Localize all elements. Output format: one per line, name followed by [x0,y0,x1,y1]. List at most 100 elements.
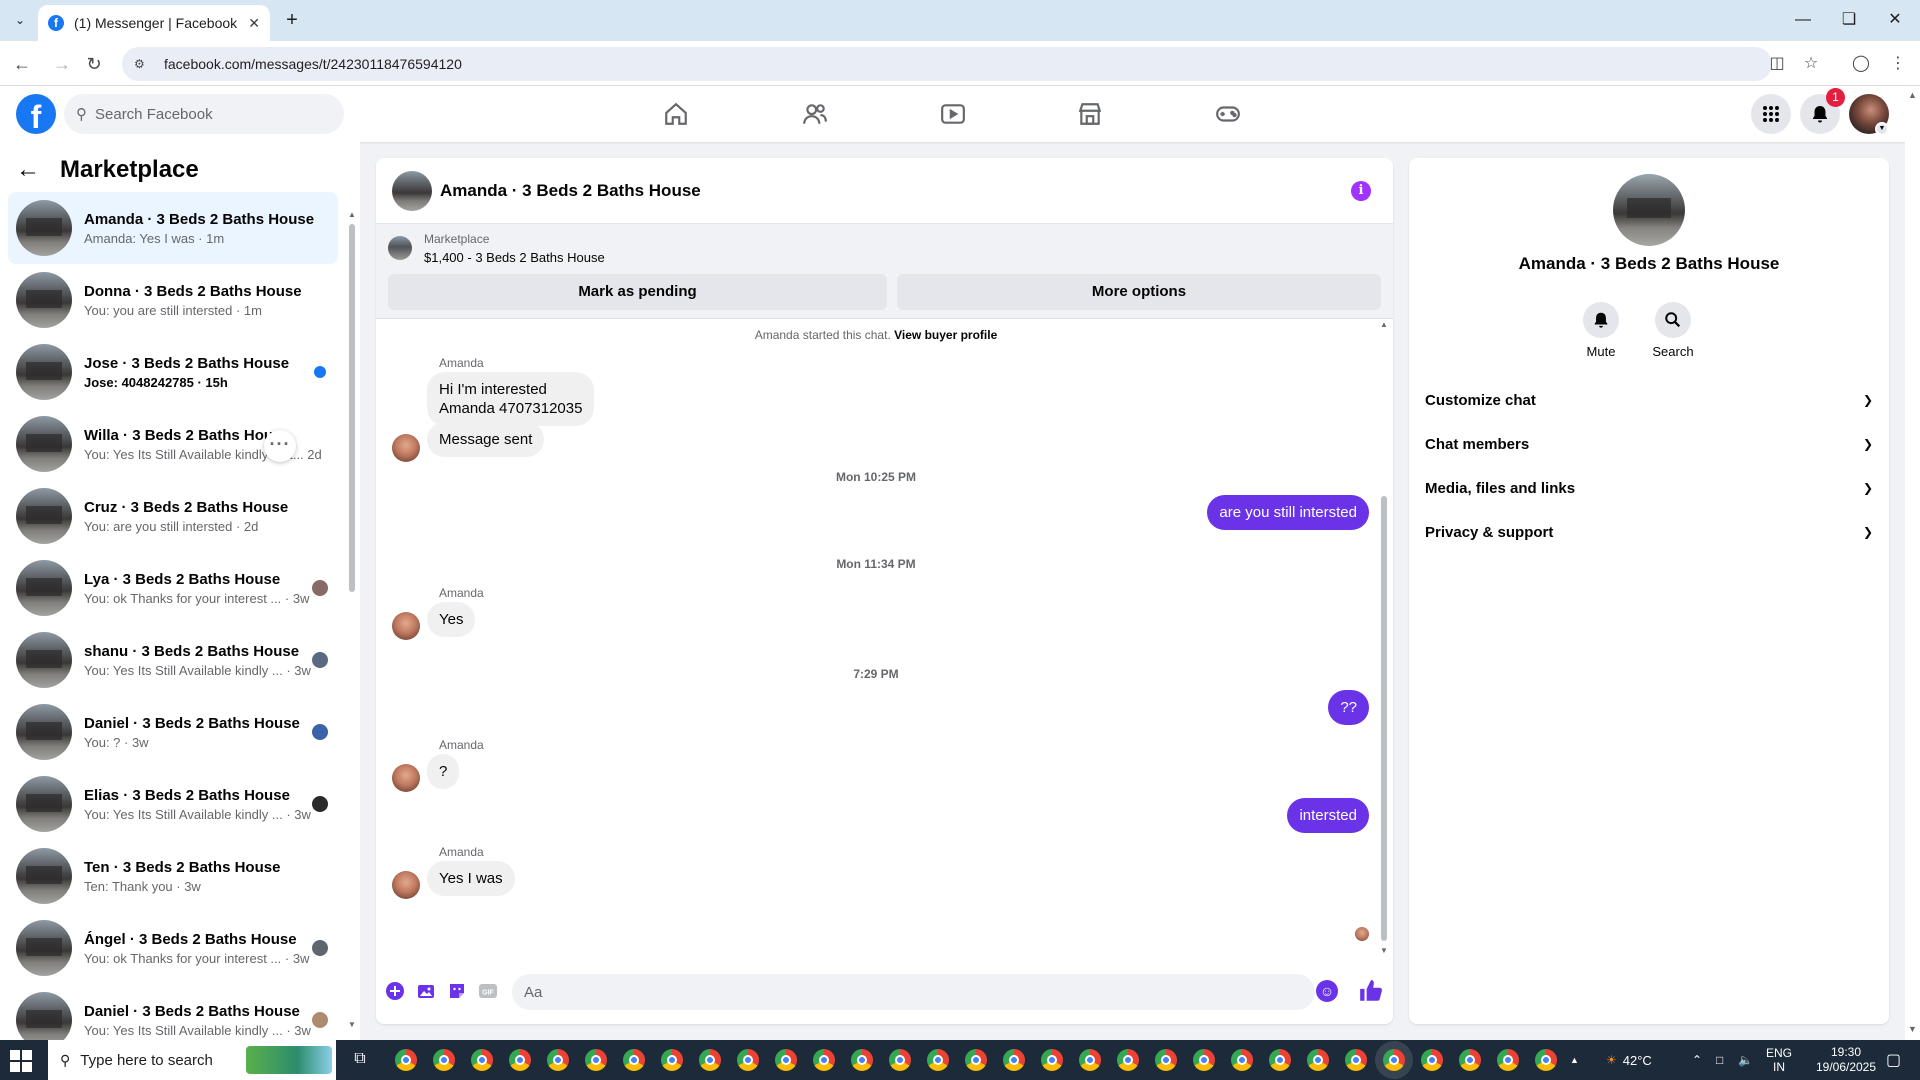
browser-menu-icon[interactable]: ⋮ [1884,50,1912,78]
volume-icon[interactable]: 🔈 [1738,1040,1753,1080]
conversation-item[interactable]: Donna · 3 Beds 2 Baths House You: you are… [8,264,338,336]
tab-close-icon[interactable]: ✕ [248,15,260,32]
minimize-icon[interactable]: — [1780,6,1826,34]
incoming-message[interactable]: Yes I was [427,861,515,896]
chrome-taskbar-icon[interactable] [889,1049,911,1071]
outgoing-message[interactable]: ?? [1328,690,1369,725]
chrome-taskbar-icon[interactable] [737,1049,759,1071]
search-conversation-button[interactable]: Search [1643,302,1703,359]
chrome-taskbar-icon[interactable] [1231,1049,1253,1071]
taskbar-search[interactable]: ⚲ Type here to search [48,1040,336,1080]
chrome-taskbar-icon[interactable] [1041,1049,1063,1071]
chat-title[interactable]: Amanda · 3 Beds 2 Baths House [440,181,701,201]
sidebar-scroll-thumb[interactable] [349,224,355,592]
conversation-item[interactable]: Elias · 3 Beds 2 Baths House You: Yes Its… [8,768,338,840]
taskbar-scroll-arrows-icon[interactable]: ▲ [1570,1040,1579,1080]
gaming-icon[interactable] [1212,98,1244,130]
listing-mini-thumbnail[interactable] [388,236,412,260]
task-view-icon[interactable]: ⧉ [350,1050,370,1070]
video-icon[interactable] [937,98,969,130]
conversation-item[interactable]: Jose · 3 Beds 2 Baths House Jose: 4048242… [8,336,338,408]
chrome-taskbar-icon[interactable] [1345,1049,1367,1071]
media-files-links-row[interactable]: Media, files and links ❯ [1425,466,1873,510]
conversation-item[interactable]: Lya · 3 Beds 2 Baths House You: ok Thanks… [8,552,338,624]
scroll-down-arrow-icon[interactable]: ▼ [1380,946,1388,955]
amanda-avatar[interactable] [392,764,420,792]
amanda-avatar[interactable] [392,871,420,899]
new-tab-icon[interactable]: + [280,9,304,33]
scroll-down-arrow-icon[interactable]: ▼ [348,1020,356,1029]
gif-icon[interactable]: GIF [477,980,499,1002]
chrome-taskbar-icon[interactable] [1079,1049,1101,1071]
weather-widget[interactable]: ☀ 42°C [1606,1040,1652,1080]
chrome-taskbar-icon[interactable] [433,1049,455,1071]
chrome-taskbar-icon[interactable] [813,1049,835,1071]
chrome-taskbar-icon[interactable] [851,1049,873,1071]
chrome-taskbar-icon[interactable] [1193,1049,1215,1071]
conversation-item[interactable]: Cruz · 3 Beds 2 Baths House You: are you … [8,480,338,552]
account-caret-icon[interactable]: ▼ [1875,122,1889,136]
scroll-up-arrow-icon[interactable]: ▲ [1908,90,1917,100]
conversation-item[interactable]: Daniel · 3 Beds 2 Baths House You: Yes It… [8,984,338,1040]
menu-grid-icon[interactable] [1751,94,1791,134]
privacy-support-row[interactable]: Privacy & support ❯ [1425,510,1873,554]
plus-circle-icon[interactable] [384,980,406,1002]
chrome-taskbar-icon[interactable] [509,1049,531,1071]
chat-members-row[interactable]: Chat members ❯ [1425,422,1873,466]
forward-icon[interactable]: → [48,50,76,78]
chrome-taskbar-icon[interactable] [1307,1049,1329,1071]
more-options-button[interactable]: More options [897,274,1381,310]
action-center-icon[interactable]: ▢ [1886,1040,1901,1080]
listing-photo[interactable] [1613,174,1685,246]
customize-chat-row[interactable]: Customize chat ❯ [1425,378,1873,422]
message-input[interactable] [524,974,1264,1010]
sticker-icon[interactable] [446,980,468,1002]
message-input-box[interactable] [512,974,1315,1010]
home-icon[interactable] [660,98,692,130]
incoming-message[interactable]: ? [427,754,460,789]
browser-profile-icon[interactable]: ◯ [1847,50,1875,78]
incoming-message[interactable]: Message sent [427,422,545,457]
chrome-taskbar-icon[interactable] [1117,1049,1139,1071]
bookmark-star-icon[interactable]: ☆ [1797,50,1825,78]
chrome-taskbar-icon[interactable] [927,1049,949,1071]
conversation-item[interactable]: Daniel · 3 Beds 2 Baths House You: ? · 3w [8,696,338,768]
sidebar-scrollbar[interactable]: ▲ ▼ [348,210,356,1030]
reload-icon[interactable]: ↻ [80,50,108,78]
info-icon[interactable]: i [1351,181,1371,201]
scroll-down-arrow-icon[interactable]: ▼ [1908,1024,1917,1034]
chrome-taskbar-icon[interactable] [1535,1049,1557,1071]
clock[interactable]: 19:30 19/06/2025 [1810,1040,1882,1080]
amanda-avatar[interactable] [392,434,420,462]
facebook-logo[interactable]: f [16,94,56,134]
back-icon[interactable]: ← [8,50,36,78]
mark-as-pending-button[interactable]: Mark as pending [388,274,887,310]
chrome-taskbar-icon[interactable] [585,1049,607,1071]
conversation-item[interactable]: Amanda · 3 Beds 2 Baths House Amanda: Yes… [8,192,338,264]
conversation-item[interactable]: Willa · 3 Beds 2 Baths House You: Yes Its… [8,408,338,480]
chrome-taskbar-icon[interactable] [471,1049,493,1071]
amanda-avatar[interactable] [392,612,420,640]
chrome-taskbar-icon[interactable] [965,1049,987,1071]
install-app-icon[interactable]: ◫ [1763,50,1791,78]
scroll-up-arrow-icon[interactable]: ▲ [1380,320,1388,329]
chrome-taskbar-icon[interactable] [661,1049,683,1071]
view-buyer-profile-link[interactable]: View buyer profile [894,328,997,342]
chrome-taskbar-icon[interactable] [1421,1049,1443,1071]
incoming-message[interactable]: Yes [427,602,476,637]
scroll-up-arrow-icon[interactable]: ▲ [348,210,356,219]
tab-search-icon[interactable]: ⌄ [8,8,32,32]
chrome-taskbar-icon[interactable] [699,1049,721,1071]
photo-icon[interactable] [415,980,437,1002]
restore-icon[interactable]: ❏ [1826,6,1872,34]
chrome-taskbar-icon[interactable] [395,1049,417,1071]
marketplace-icon[interactable] [1074,98,1106,130]
show-hidden-icons-icon[interactable]: ⌃ [1692,1040,1702,1080]
emoji-icon[interactable]: ☺ [1316,980,1338,1002]
chrome-taskbar-icon[interactable] [1459,1049,1481,1071]
chrome-taskbar-icon[interactable] [775,1049,797,1071]
chrome-taskbar-icon[interactable] [547,1049,569,1071]
network-icon[interactable]: □ [1716,1040,1723,1080]
windows-start-icon[interactable] [10,1050,32,1072]
more-options-icon[interactable]: ··· [264,430,296,462]
